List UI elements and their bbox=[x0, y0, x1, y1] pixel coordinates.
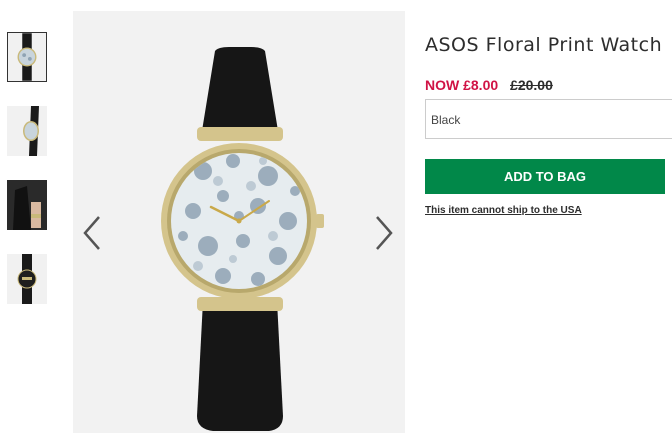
thumbnail-back[interactable] bbox=[7, 254, 47, 304]
price-row: NOW £8.00 £20.00 bbox=[425, 77, 553, 93]
next-image-button[interactable] bbox=[369, 211, 397, 255]
product-title: ASOS Floral Print Watch bbox=[425, 34, 663, 56]
previous-image-button[interactable] bbox=[79, 211, 107, 255]
add-to-bag-button[interactable]: ADD TO BAG bbox=[425, 159, 665, 194]
current-price: NOW £8.00 bbox=[425, 77, 499, 93]
chevron-right-icon bbox=[376, 216, 393, 250]
thumbnail-strip bbox=[0, 0, 60, 440]
watch-front-thumb-image bbox=[17, 33, 37, 81]
watch-back-thumb-image bbox=[17, 254, 37, 304]
thumbnail-model[interactable] bbox=[7, 180, 47, 230]
chevron-left-icon bbox=[83, 216, 100, 250]
thumbnail-front[interactable] bbox=[7, 32, 47, 82]
watch-model-thumb-image bbox=[7, 180, 47, 230]
thumbnail-angle[interactable] bbox=[7, 106, 47, 156]
colour-select[interactable]: Black bbox=[425, 99, 672, 139]
main-product-image bbox=[73, 11, 405, 433]
watch-angle-thumb-image bbox=[23, 106, 39, 156]
floral-watch-image bbox=[161, 47, 324, 431]
colour-select-value: Black bbox=[431, 113, 461, 127]
shipping-notice-link[interactable]: This item cannot ship to the USA bbox=[425, 205, 582, 216]
previous-price: £20.00 bbox=[510, 77, 553, 93]
